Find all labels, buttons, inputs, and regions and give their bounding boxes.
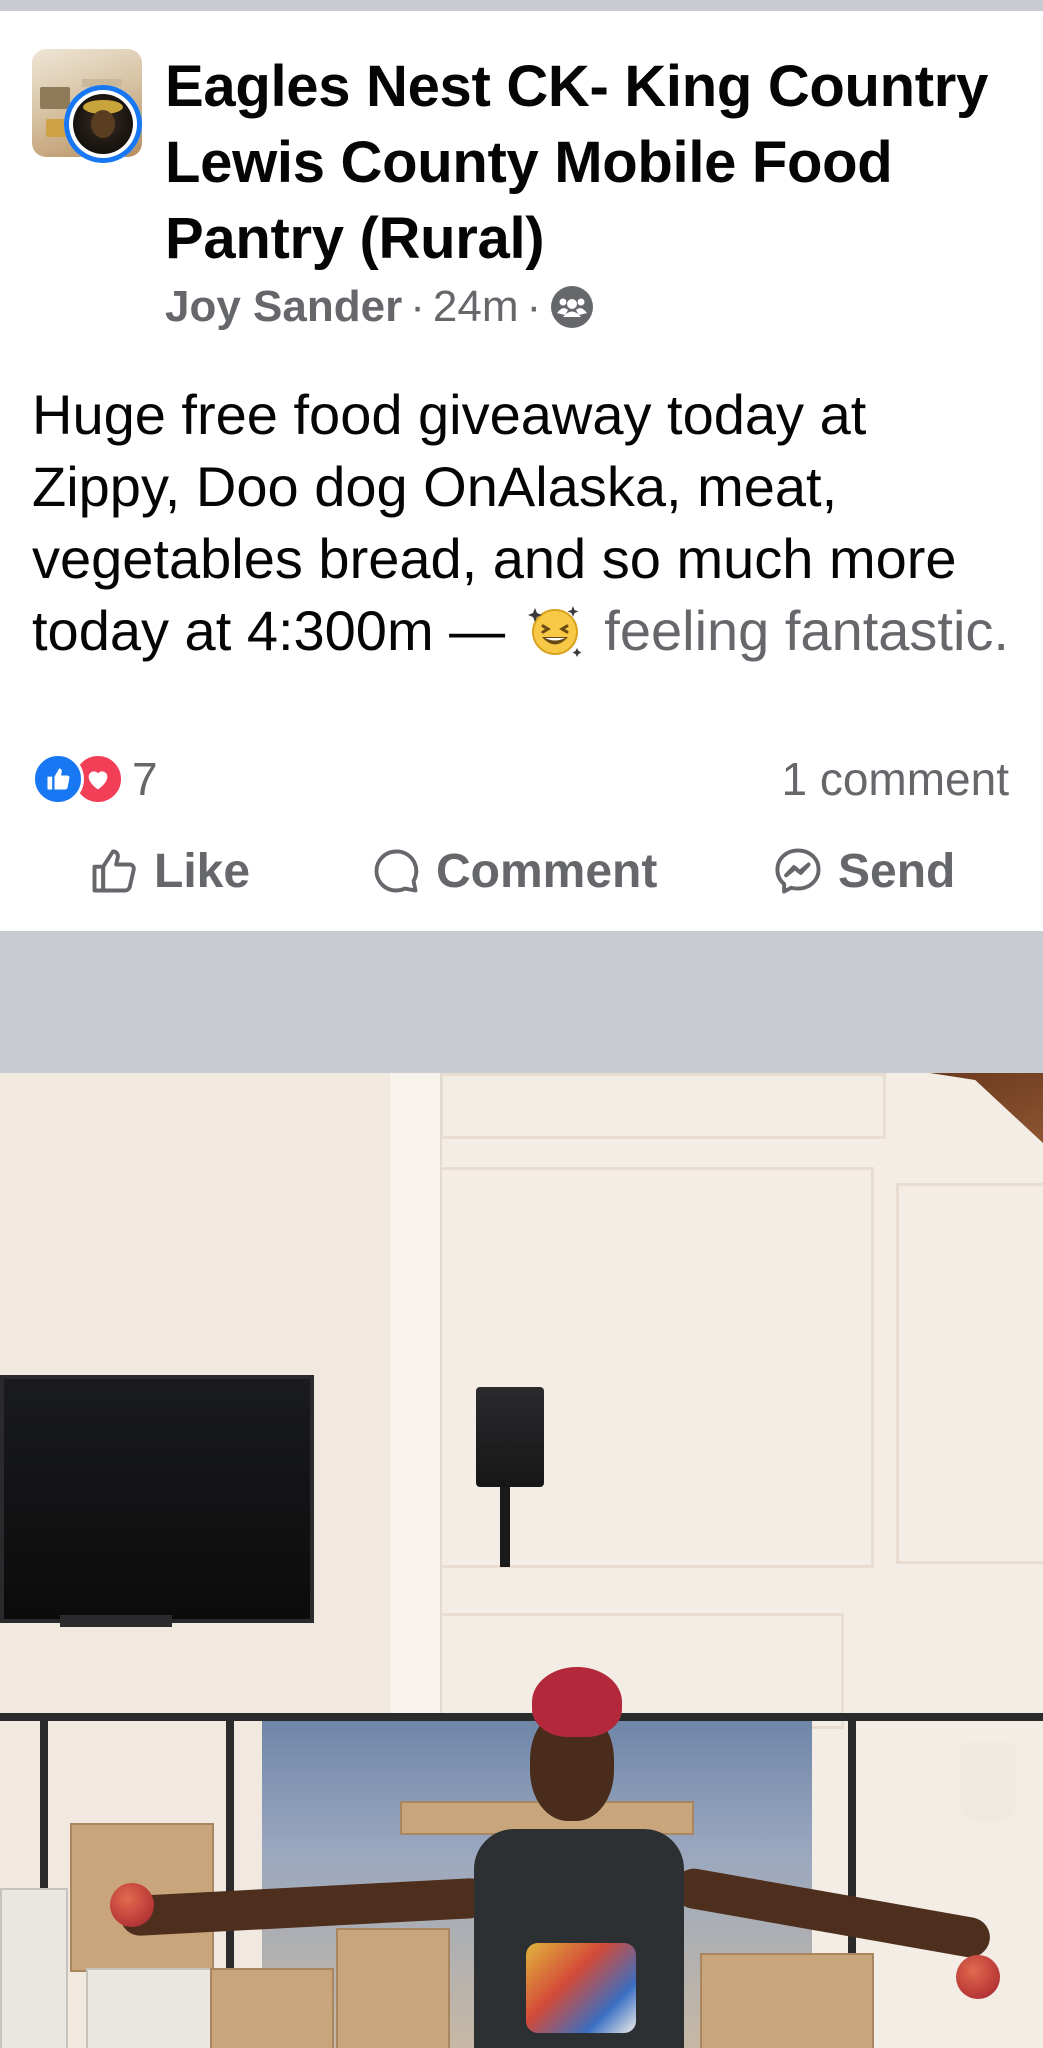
author-avatar[interactable] — [64, 85, 142, 163]
television — [0, 1375, 314, 1623]
send-label: Send — [838, 844, 956, 898]
thumbs-up-icon — [92, 849, 136, 893]
peach — [956, 1955, 1000, 1999]
like-reaction-icon — [32, 753, 84, 805]
speaker — [476, 1387, 544, 1487]
feed-post: Eagles Nest CK- King Country Lewis Count… — [0, 11, 1043, 931]
like-label: Like — [154, 844, 251, 898]
messenger-icon — [775, 848, 821, 894]
post-action-bar: Like Comment Send — [0, 833, 1043, 909]
cardboard-box — [86, 1968, 216, 2048]
cardboard-box — [336, 1928, 450, 2048]
cardboard-box — [210, 1968, 334, 2048]
author-name-link[interactable]: Joy Sander — [165, 282, 402, 332]
post-photo[interactable] — [0, 1073, 1043, 2048]
cardboard-box — [700, 1953, 874, 2048]
comment-bubble-icon — [374, 849, 419, 893]
post-text: Huge free food giveaway today at Zippy, … — [32, 379, 1022, 667]
cardboard-box — [0, 1888, 68, 2048]
comment-label: Comment — [436, 844, 658, 898]
grinning-squint-sparkle-emoji — [525, 600, 585, 660]
group-icon — [551, 286, 594, 328]
post-meta: Joy Sander · 24m · — [165, 279, 594, 335]
comment-button[interactable]: Comment — [370, 833, 657, 909]
top-divider — [0, 0, 1043, 11]
like-button[interactable]: Like — [88, 833, 250, 909]
comment-count-link[interactable]: 1 comment — [781, 751, 1009, 807]
meta-separator: · — [526, 282, 542, 331]
post-time[interactable]: 24m — [433, 282, 519, 332]
meta-separator: · — [410, 282, 425, 331]
feeling-activity: feeling fantastic. — [604, 599, 1009, 662]
reaction-count: 7 — [132, 753, 158, 805]
post-avatars[interactable] — [32, 49, 148, 175]
peach — [110, 1883, 154, 1927]
group-name-link[interactable]: Eagles Nest CK- King Country Lewis Count… — [165, 49, 1005, 277]
send-button[interactable]: Send — [772, 833, 955, 909]
reactions-summary[interactable]: 7 — [32, 751, 158, 807]
